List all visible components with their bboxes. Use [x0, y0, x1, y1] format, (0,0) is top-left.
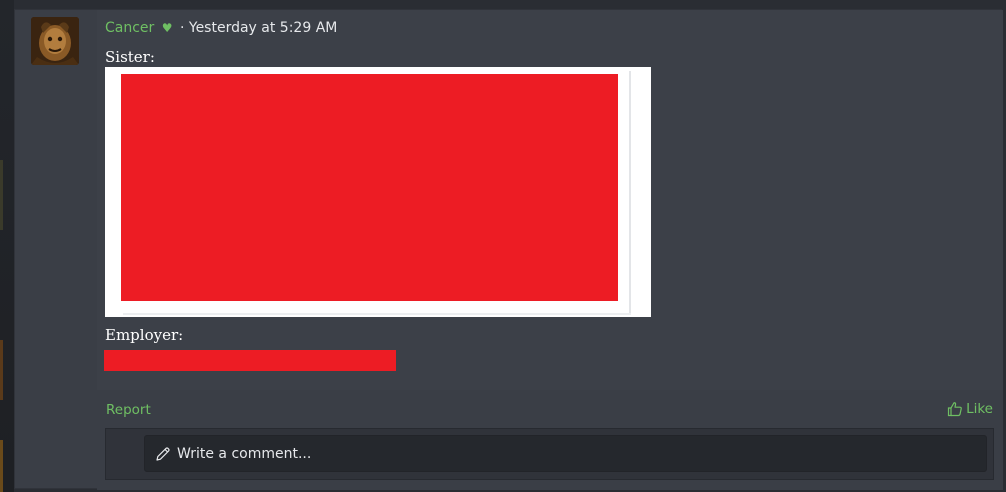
redaction-bar: [104, 350, 396, 371]
user-cell: [15, 10, 97, 390]
pencil-icon: [156, 446, 170, 461]
username-link[interactable]: Cancer: [105, 20, 154, 36]
avatar[interactable]: [31, 17, 79, 65]
like-button[interactable]: Like: [947, 401, 993, 417]
redaction-block: [121, 74, 618, 301]
image-card-border: [123, 313, 631, 315]
post-timestamp[interactable]: Yesterday at 5:29 AM: [189, 20, 337, 36]
attached-image[interactable]: [105, 67, 651, 317]
thumbs-up-icon: [947, 402, 962, 417]
comment-box: Write a comment...: [105, 428, 994, 480]
heart-icon: ♥: [161, 21, 173, 35]
employer-label: Employer:: [105, 326, 184, 344]
report-link[interactable]: Report: [106, 402, 151, 418]
post-meta: Cancer ♥ · Yesterday at 5:29 AM: [105, 20, 337, 36]
avatar-image: [31, 17, 79, 65]
background-stripe: [0, 340, 3, 400]
like-label: Like: [966, 401, 993, 417]
comment-placeholder: Write a comment...: [177, 445, 312, 462]
post-content: Cancer ♥ · Yesterday at 5:29 AM Sister: …: [97, 10, 1003, 390]
page: Cancer ♥ · Yesterday at 5:29 AM Sister: …: [0, 0, 1006, 492]
image-card-border: [629, 71, 631, 315]
post-footer: Report Like Write a comment...: [97, 390, 1003, 490]
background-stripe: [0, 440, 3, 492]
sister-label: Sister:: [105, 48, 155, 66]
comment-input[interactable]: Write a comment...: [144, 435, 987, 472]
background-stripe: [0, 160, 3, 230]
profile-post: Cancer ♥ · Yesterday at 5:29 AM Sister: …: [14, 9, 1003, 490]
background-edge: [0, 0, 14, 492]
meta-separator: ·: [179, 20, 185, 36]
